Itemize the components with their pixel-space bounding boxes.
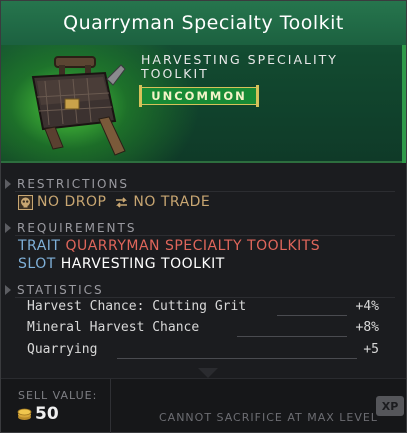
toolkit-icon xyxy=(19,51,131,161)
item-type-line-1: HARVESTING SPECIALITY xyxy=(141,52,338,67)
requirements-label: REQUIREMENTS xyxy=(17,221,137,235)
skull-icon xyxy=(18,194,33,210)
stat-row: Quarrying +5 xyxy=(27,342,379,360)
stat-leader-line xyxy=(237,336,347,337)
stat-row: Harvest Chance: Cutting Grit +4% xyxy=(27,299,379,317)
section-arrow-icon xyxy=(5,179,11,189)
sell-value: 50 xyxy=(35,404,59,424)
no-drop-text: NO DROP xyxy=(37,194,107,210)
stat-name: Mineral Harvest Chance xyxy=(27,320,200,335)
coin-icon xyxy=(17,406,32,425)
stat-value: +4% xyxy=(355,299,379,314)
divider xyxy=(15,297,395,298)
restrictions-row: NO DROP NO TRADE xyxy=(18,194,210,210)
slot-key: SLOT xyxy=(18,256,56,272)
sacrifice-text: CANNOT SACRIFICE AT MAX LEVEL xyxy=(159,411,378,424)
item-header: Quarryman Specialty Toolkit HARVESTING S… xyxy=(1,1,406,163)
section-arrow-icon xyxy=(5,223,11,233)
stat-value: +5 xyxy=(363,342,379,357)
notch-divider xyxy=(198,368,218,378)
divider xyxy=(15,191,395,192)
sell-value-label: SELL VALUE: xyxy=(18,389,98,402)
item-tooltip: Quarryman Specialty Toolkit HARVESTING S… xyxy=(0,0,407,433)
no-trade-text: NO TRADE xyxy=(133,194,211,210)
stat-value: +8% xyxy=(355,320,379,335)
statistics-label: STATISTICS xyxy=(17,283,104,297)
section-arrow-icon xyxy=(5,285,11,295)
stat-leader-line xyxy=(117,358,357,359)
sell-value-box: SELL VALUE: 50 xyxy=(1,379,111,433)
title-bar: Quarryman Specialty Toolkit xyxy=(1,1,406,45)
item-type: HARVESTING SPECIALITY TOOLKIT xyxy=(141,53,391,81)
restrictions-label: RESTRICTIONS xyxy=(17,177,130,191)
xp-badge: XP xyxy=(376,396,404,416)
item-type-line-2: TOOLKIT xyxy=(141,66,209,81)
tooltip-footer: SELL VALUE: 50 CANNOT SACRIFICE AT MAX L… xyxy=(1,378,406,433)
slot-value: HARVESTING TOOLKIT xyxy=(60,256,225,272)
stat-leader-line xyxy=(277,315,347,316)
stat-name: Harvest Chance: Cutting Grit xyxy=(27,299,247,314)
stat-row: Mineral Harvest Chance +8% xyxy=(27,320,379,338)
stat-name: Quarrying xyxy=(27,342,98,357)
requirement-trait: TRAIT QUARRYMAN SPECIALTY TOOLKITS xyxy=(18,238,320,254)
header-accent-bar xyxy=(402,45,406,163)
item-title: Quarryman Specialty Toolkit xyxy=(63,12,344,34)
trait-value: QUARRYMAN SPECIALTY TOOLKITS xyxy=(65,238,321,254)
trait-key: TRAIT xyxy=(18,238,61,254)
requirement-slot: SLOT HARVESTING TOOLKIT xyxy=(18,256,225,272)
divider xyxy=(15,235,395,236)
trade-arrows-icon xyxy=(114,195,129,210)
rarity-badge: UNCOMMON xyxy=(139,85,259,107)
